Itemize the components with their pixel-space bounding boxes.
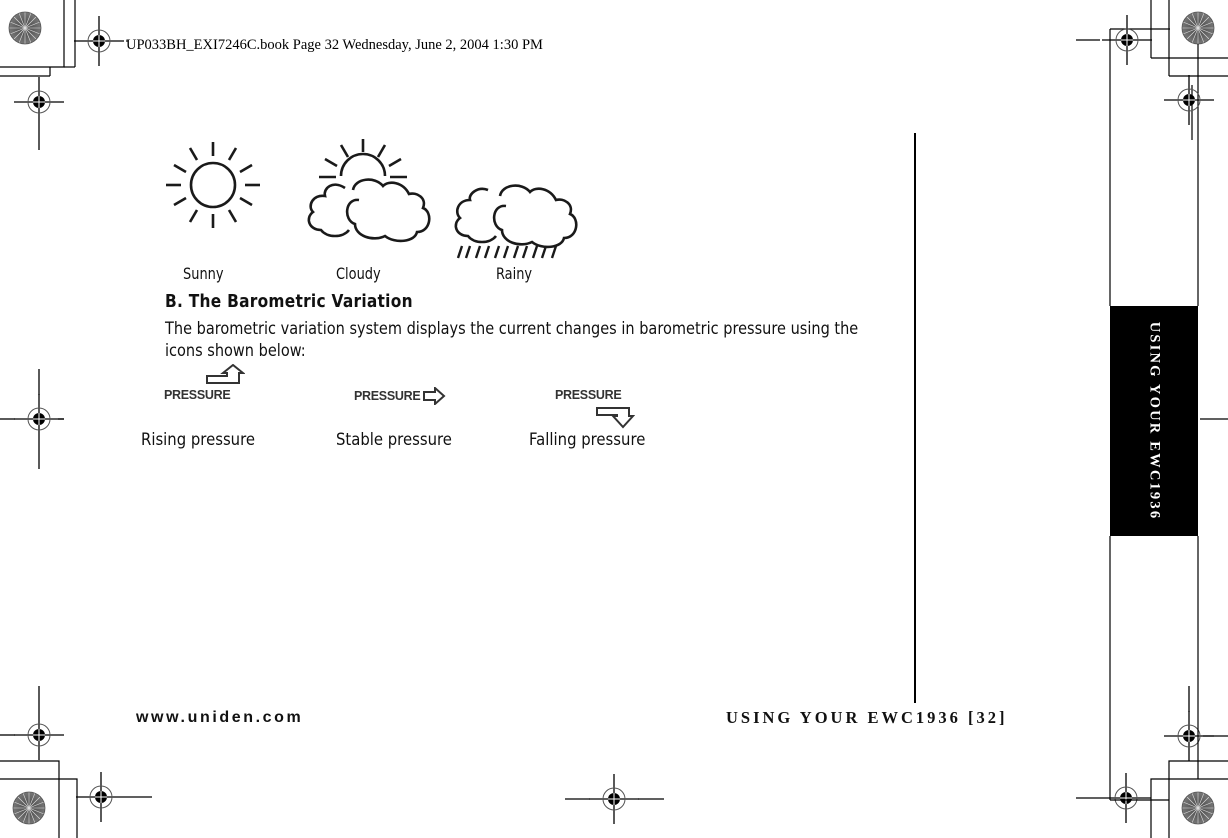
footer-section-page: USING YOUR EWC1936 [32]: [726, 708, 1008, 727]
registration-mark: [1163, 74, 1215, 126]
pressure-label-stable: Stable pressure: [336, 430, 452, 449]
registration-mark: [73, 15, 125, 67]
weather-label-cloudy: Cloudy: [336, 264, 381, 283]
pressure-label-falling: Falling pressure: [529, 430, 646, 449]
arrow-right-icon: [422, 387, 446, 405]
registration-mark: [75, 771, 127, 823]
side-tab-label: USING YOUR EWC1936: [1146, 321, 1163, 521]
registration-mark: [13, 709, 65, 761]
weather-label-rainy: Rainy: [496, 264, 533, 283]
section-title: B. The Barometric Variation: [165, 292, 413, 312]
sun-cloud-icon: [303, 138, 433, 246]
chapter-side-tab: USING YOUR EWC1936: [1110, 306, 1198, 536]
weather-label-sunny: Sunny: [183, 264, 224, 283]
sun-icon: [163, 138, 263, 230]
rain-cloud-icon: [452, 182, 582, 260]
arrow-down-right-icon: [595, 405, 635, 429]
registration-mark: [1100, 772, 1152, 824]
pressure-word-rising: PRESSURE: [164, 388, 231, 402]
section-body: The barometric variation system displays…: [165, 319, 859, 360]
pressure-word-stable: PRESSURE: [354, 389, 421, 403]
footer-url: www.uniden.com: [136, 709, 304, 726]
book-info-header: UP033BH_EXI7246C.book Page 32 Wednesday,…: [126, 37, 543, 53]
registration-mark: [13, 393, 65, 445]
column-divider: [914, 133, 916, 703]
registration-mark: [588, 773, 640, 825]
pressure-word-falling: PRESSURE: [555, 388, 622, 402]
registration-mark: [13, 76, 65, 128]
crop-mark-top-left: [0, 0, 76, 77]
pressure-label-rising: Rising pressure: [141, 430, 256, 449]
arrow-up-right-icon: [205, 364, 245, 386]
crop-mark-bottom-left: [0, 760, 78, 838]
